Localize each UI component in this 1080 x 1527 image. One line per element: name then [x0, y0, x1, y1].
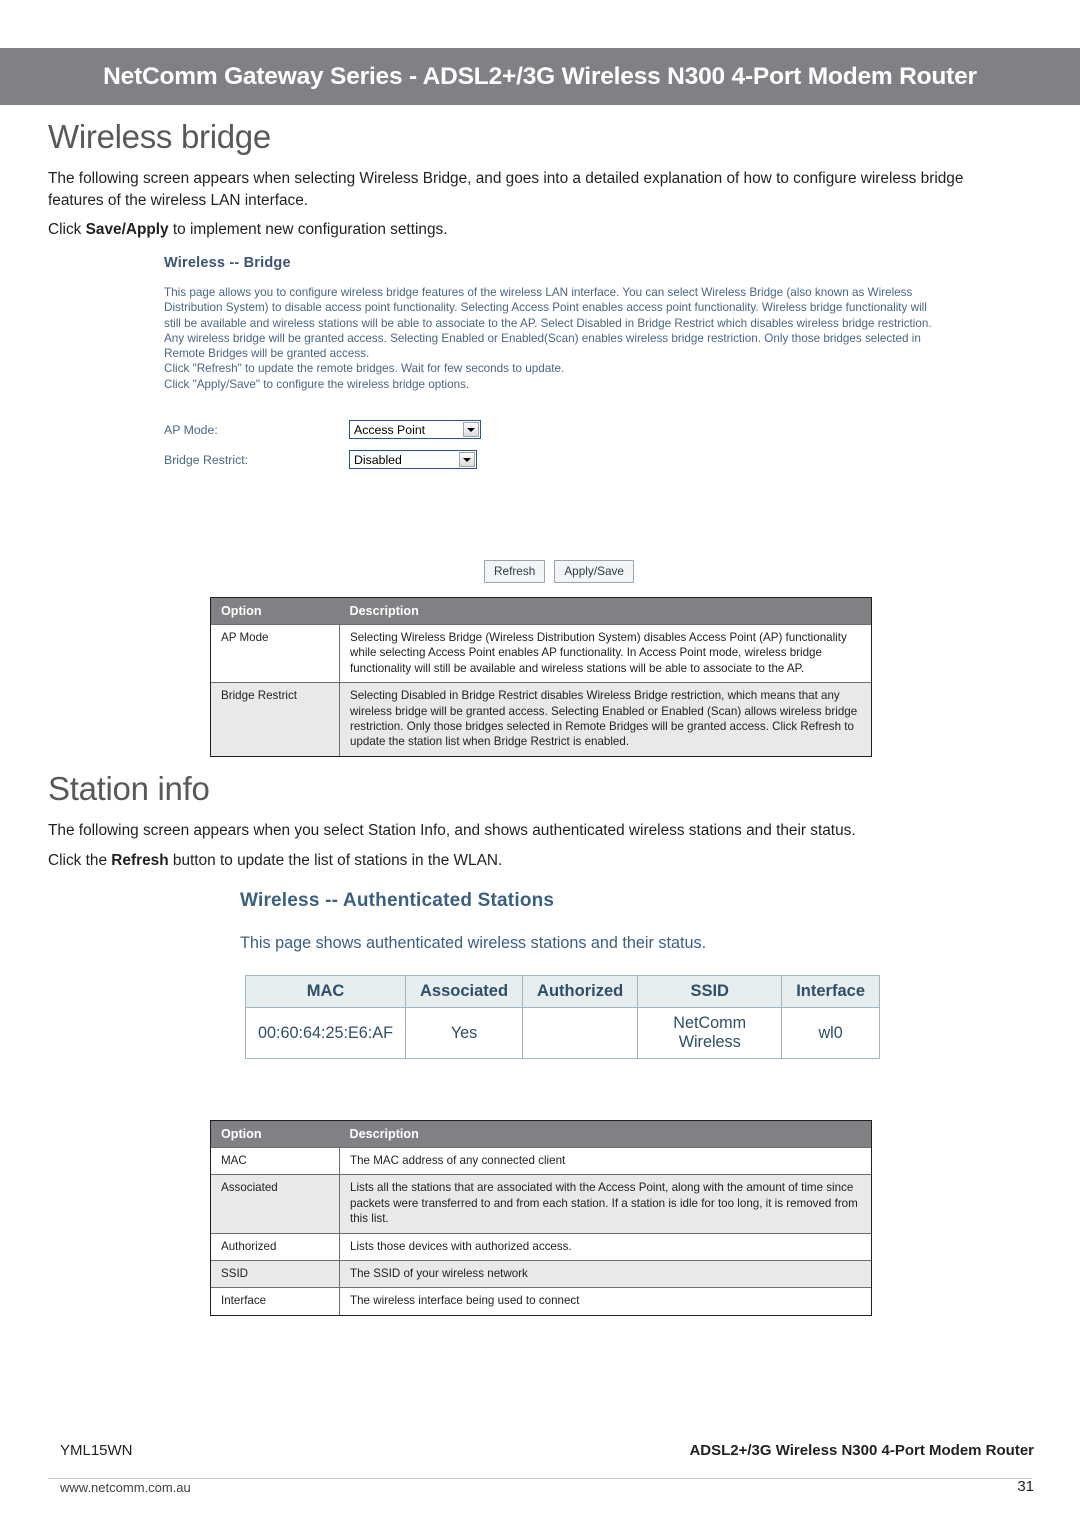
table1-header-option: Option [211, 598, 340, 625]
screenshot1-paragraph2: Click "Refresh" to update the remote bri… [164, 362, 565, 376]
section2-intro: The following screen appears when you se… [48, 820, 1028, 842]
table2-row3-description: The SSID of your wireless network [339, 1260, 871, 1288]
screenshot1-paragraph: This page allows you to configure wirele… [164, 286, 932, 361]
screenshot1-paragraph3: Click "Apply/Save" to configure the wire… [164, 377, 470, 391]
stations-cell-interface: wl0 [781, 1007, 880, 1059]
table2-row1-option: Associated [211, 1174, 340, 1234]
table2-row2-option: Authorized [211, 1232, 340, 1261]
table2-row4-option: Interface [211, 1287, 340, 1315]
table2-row1-description: Lists all the stations that are associat… [339, 1174, 871, 1234]
form-row-ap-mode: AP Mode: Access Point [164, 420, 954, 440]
screenshot2-subtitle: This page shows authenticated wireless s… [240, 934, 707, 952]
footer-page-number: 31 [1017, 1478, 1034, 1495]
options-table-station-info: Option Description MAC The MAC address o… [210, 1120, 872, 1316]
table-row: MAC The MAC address of any connected cli… [211, 1146, 871, 1175]
section1-intro: The following screen appears when select… [48, 168, 1008, 212]
chevron-down-icon[interactable] [459, 452, 475, 468]
table2-row4-description: The wireless interface being used to con… [339, 1287, 871, 1315]
page-header-bar: NetComm Gateway Series - ADSL2+/3G Wirel… [0, 48, 1080, 105]
section-heading-wireless-bridge: Wireless bridge [48, 118, 271, 155]
page-header-title: NetComm Gateway Series - ADSL2+/3G Wirel… [103, 63, 977, 90]
screenshot1-form: AP Mode: Access Point Bridge Restrict: D… [164, 420, 954, 470]
stations-table: MAC Associated Authorized SSID Interface… [245, 975, 880, 1059]
chevron-down-icon[interactable] [463, 422, 479, 438]
ap-mode-value: Access Point [354, 422, 426, 437]
table1-row0-description: Selecting Wireless Bridge (Wireless Dist… [339, 623, 871, 683]
stations-header-interface: Interface [781, 975, 880, 1008]
table-row: Bridge Restrict Selecting Disabled in Br… [211, 682, 871, 756]
table-header-row: Option Description [211, 1121, 871, 1148]
section1-intro-line1: The following screen appears when select… [48, 170, 964, 187]
stations-header-mac: MAC [245, 975, 406, 1008]
table-row: 00:60:64:25:E6:AF Yes NetComm Wireless w… [245, 1007, 880, 1059]
screenshot1-title: Wireless -- Bridge [164, 255, 291, 271]
document-page: NetComm Gateway Series - ADSL2+/3G Wirel… [0, 0, 1080, 1527]
section2-intro-line1: The following screen appears when you se… [48, 822, 856, 839]
section-heading-station-info: Station info [48, 770, 210, 807]
section2-click-prefix: Click the [48, 852, 112, 869]
bridge-restrict-select[interactable]: Disabled [349, 450, 477, 470]
table1-row1-option: Bridge Restrict [211, 682, 340, 756]
screenshot2-title: Wireless -- Authenticated Stations [240, 890, 555, 911]
screenshot1-buttons: Refresh Apply/Save [484, 560, 634, 583]
table2-row0-description: The MAC address of any connected client [339, 1146, 871, 1175]
section1-intro-line2: features of the wireless LAN interface. [48, 192, 309, 209]
footer-divider [48, 1478, 1032, 1479]
footer-product-name: ADSL2+/3G Wireless N300 4-Port Modem Rou… [689, 1442, 1034, 1459]
table2-row0-option: MAC [211, 1146, 340, 1175]
table-row: Associated Lists all the stations that a… [211, 1174, 871, 1234]
bridge-restrict-label: Bridge Restrict: [164, 452, 249, 467]
apply-save-button[interactable]: Apply/Save [554, 560, 634, 583]
stations-cell-ssid: NetComm Wireless [637, 1007, 783, 1059]
table2-header-description: Description [339, 1121, 871, 1148]
form-row-bridge-restrict: Bridge Restrict: Disabled [164, 450, 954, 470]
ap-mode-select[interactable]: Access Point [349, 420, 481, 440]
bridge-restrict-value: Disabled [354, 452, 402, 467]
section2-click-bold: Refresh [111, 852, 169, 869]
table-header-row: Option Description [211, 598, 871, 625]
table-row: AP Mode Selecting Wireless Bridge (Wirel… [211, 623, 871, 683]
table1-row0-option: AP Mode [211, 623, 340, 683]
stations-header-associated: Associated [404, 975, 524, 1008]
section1-click-suffix: to implement new configuration settings. [168, 221, 448, 238]
table1-row1-description: Selecting Disabled in Bridge Restrict di… [339, 682, 871, 756]
screenshot1-description: This page allows you to configure wirele… [164, 285, 944, 392]
stations-cell-associated: Yes [404, 1007, 524, 1059]
stations-header-authorized: Authorized [522, 975, 639, 1008]
footer-website: www.netcomm.com.au [60, 1480, 191, 1495]
table2-row3-option: SSID [211, 1260, 340, 1288]
table2-row2-description: Lists those devices with authorized acce… [339, 1232, 871, 1261]
table-row: Authorized Lists those devices with auth… [211, 1232, 871, 1261]
table2-header-option: Option [211, 1121, 340, 1148]
section1-click-prefix: Click [48, 221, 86, 238]
section2-click-suffix: button to update the list of stations in… [168, 852, 503, 869]
stations-header-ssid: SSID [637, 975, 783, 1008]
refresh-button[interactable]: Refresh [484, 560, 546, 583]
section1-click-note: Click Save/Apply to implement new config… [48, 219, 1008, 241]
ap-mode-label: AP Mode: [164, 422, 218, 437]
stations-table-header-row: MAC Associated Authorized SSID Interface [245, 975, 880, 1008]
authenticated-stations-screenshot: Wireless -- Authenticated Stations This … [240, 890, 880, 1161]
wireless-bridge-screenshot: Wireless -- Bridge This page allows you … [164, 255, 954, 480]
section1-click-bold: Save/Apply [85, 221, 169, 238]
stations-cell-authorized [522, 1007, 639, 1059]
section2-click-note: Click the Refresh button to update the l… [48, 850, 1028, 872]
table1-header-description: Description [339, 598, 871, 625]
stations-cell-mac: 00:60:64:25:E6:AF [245, 1007, 406, 1059]
footer-document-code: YML15WN [60, 1442, 133, 1459]
table-row: SSID The SSID of your wireless network [211, 1260, 871, 1288]
options-table-wireless-bridge: Option Description AP Mode Selecting Wir… [210, 597, 872, 757]
table-row: Interface The wireless interface being u… [211, 1287, 871, 1315]
